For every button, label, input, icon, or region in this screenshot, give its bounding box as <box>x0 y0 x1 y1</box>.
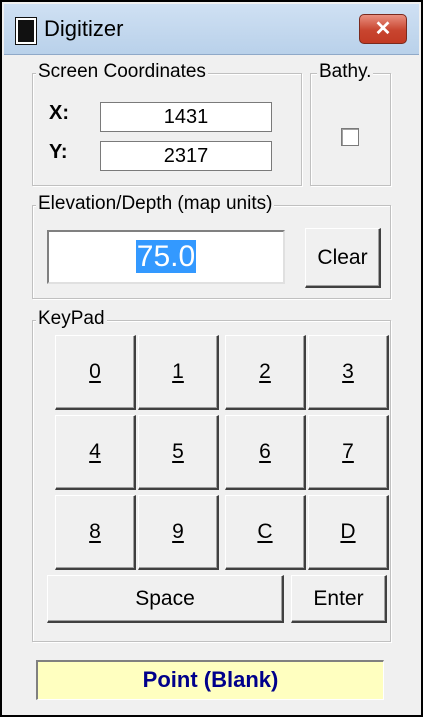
digitizer-window: Digitizer ✕ Screen Coordinates X: 1431 Y… <box>0 0 423 717</box>
y-label: Y: <box>49 141 68 163</box>
bathy-checkbox[interactable] <box>341 128 359 146</box>
window-title: Digitizer <box>44 16 124 41</box>
elevation-label: Elevation/Depth (map units) <box>36 193 275 215</box>
elevation-group: Elevation/Depth (map units) 75.0 Clear <box>32 193 391 299</box>
enter-button[interactable]: Enter <box>291 575 387 623</box>
key-9[interactable]: 9 <box>138 495 219 570</box>
key-4[interactable]: 4 <box>55 415 136 490</box>
key-c[interactable]: C <box>225 495 306 570</box>
y-coordinate-field: 2317 <box>100 141 272 171</box>
app-window-icon <box>15 17 37 45</box>
bathy-group: Bathy. <box>310 61 391 186</box>
screen-coordinates-label: Screen Coordinates <box>36 61 208 83</box>
key-0[interactable]: 0 <box>55 335 136 410</box>
close-button[interactable]: ✕ <box>359 14 407 44</box>
close-icon: ✕ <box>374 18 392 40</box>
key-2[interactable]: 2 <box>225 335 306 410</box>
elevation-input[interactable]: 75.0 <box>47 230 285 284</box>
key-5[interactable]: 5 <box>138 415 219 490</box>
key-6[interactable]: 6 <box>225 415 306 490</box>
screen-coordinates-group: Screen Coordinates X: 1431 Y: 2317 <box>32 61 302 186</box>
x-label: X: <box>49 102 69 124</box>
space-button[interactable]: Space <box>47 575 284 623</box>
key-1[interactable]: 1 <box>138 335 219 410</box>
key-7[interactable]: 7 <box>308 415 389 490</box>
x-coordinate-field: 1431 <box>100 102 272 132</box>
bathy-label: Bathy. <box>317 61 374 83</box>
status-bar: Point (Blank) <box>36 660 384 700</box>
title-bar[interactable]: Digitizer ✕ <box>4 4 419 55</box>
key-d[interactable]: D <box>308 495 389 570</box>
key-3[interactable]: 3 <box>308 335 389 410</box>
clear-button[interactable]: Clear <box>305 228 381 288</box>
keypad-label: KeyPad <box>36 308 107 330</box>
key-8[interactable]: 8 <box>55 495 136 570</box>
keypad-group: KeyPad 0 1 2 3 4 5 6 7 8 9 C D Space Ent… <box>32 308 391 642</box>
elevation-value: 75.0 <box>135 240 197 273</box>
